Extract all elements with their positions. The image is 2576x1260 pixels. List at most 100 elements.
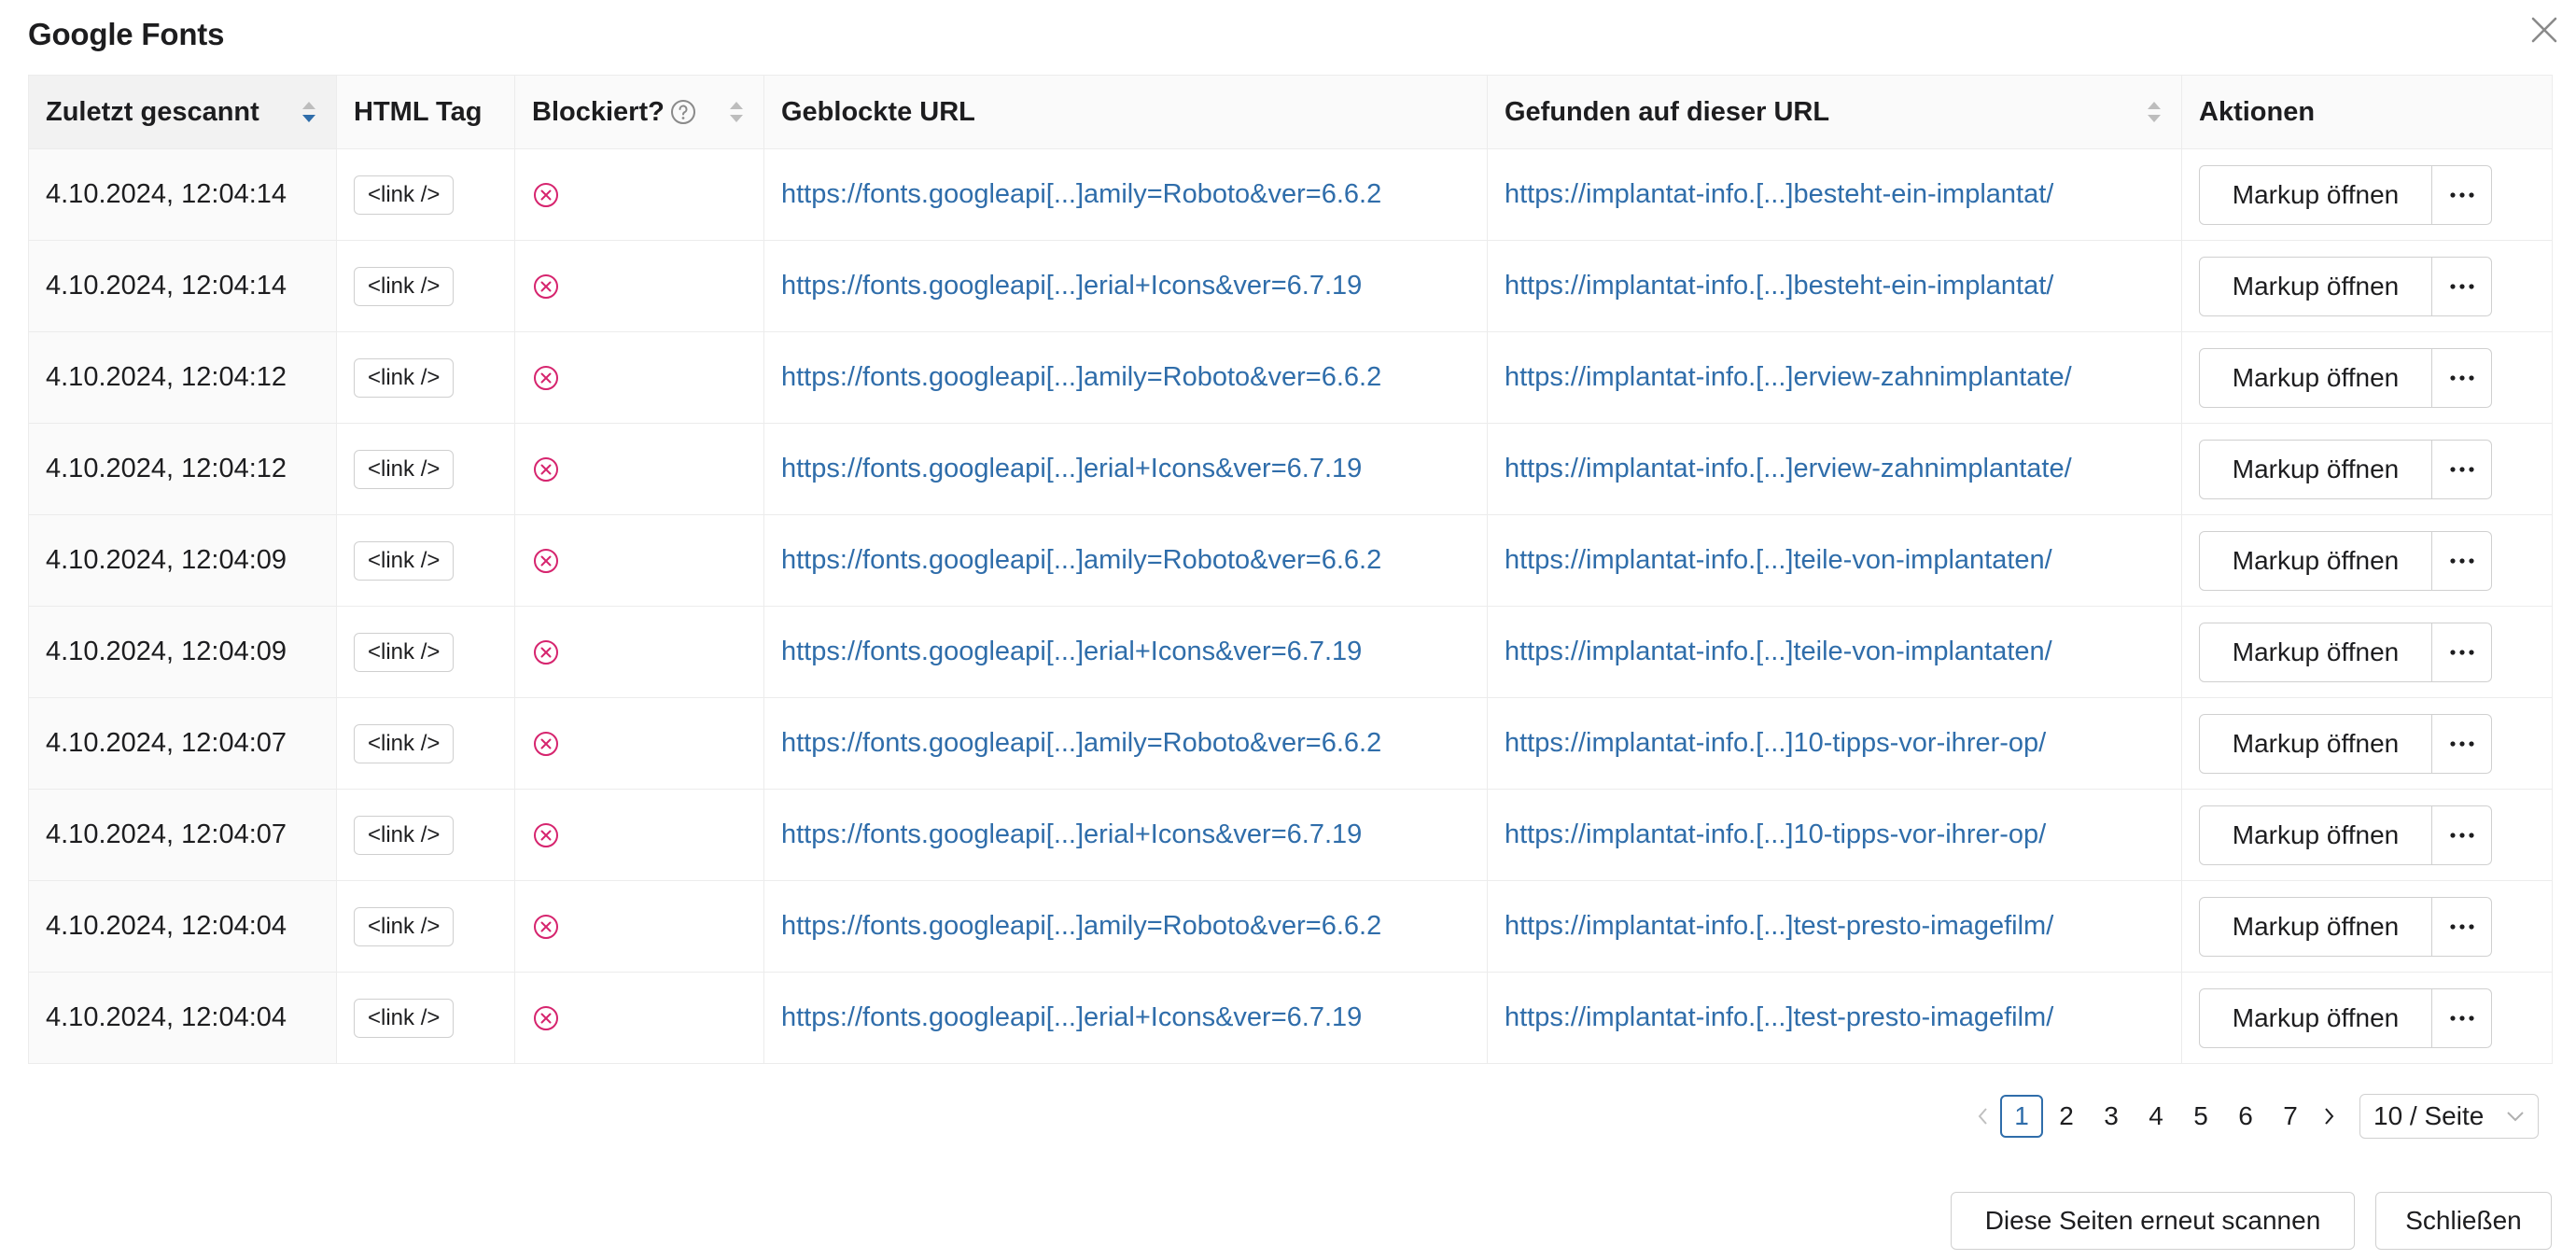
sort-icon[interactable] xyxy=(728,97,745,127)
more-actions-button[interactable] xyxy=(2432,164,2492,225)
blocked-url-link[interactable]: https://fonts.googleapi[...]amily=Roboto… xyxy=(781,911,1381,941)
blocked-url-link[interactable]: https://fonts.googleapi[...]amily=Roboto… xyxy=(781,545,1381,575)
more-actions-button[interactable] xyxy=(2432,805,2492,865)
more-actions-button[interactable] xyxy=(2432,439,2492,499)
found-url-link[interactable]: https://implantat-info.[...]besteht-ein-… xyxy=(1505,179,2053,209)
open-markup-button[interactable]: Markup öffnen xyxy=(2199,256,2432,316)
open-markup-button[interactable]: Markup öffnen xyxy=(2199,530,2432,591)
cell-found-url: https://implantat-info.[...]test-presto-… xyxy=(1487,972,2182,1064)
more-actions-button[interactable] xyxy=(2432,256,2492,316)
page-item-2[interactable]: 2 xyxy=(2045,1095,2088,1138)
blocked-x-icon xyxy=(532,638,560,666)
cell-blocked-url: https://fonts.googleapi[...]amily=Roboto… xyxy=(763,697,1488,790)
close-button[interactable]: Schließen xyxy=(2375,1192,2552,1250)
found-url-link[interactable]: https://implantat-info.[...]test-presto-… xyxy=(1505,911,2053,941)
page-item-5[interactable]: 5 xyxy=(2179,1095,2222,1138)
found-url-link[interactable]: https://implantat-info.[...]erview-zahni… xyxy=(1505,362,2072,392)
table-row: 4.10.2024, 12:04:09 <link /> https://fonts… xyxy=(28,514,2553,607)
chevron-left-icon[interactable] xyxy=(1967,1095,1999,1138)
row-actions: Markup öffnen xyxy=(2199,439,2552,499)
html-tag-chip: <link /> xyxy=(354,357,455,398)
chevron-down-icon xyxy=(2506,1111,2525,1122)
page-item-3[interactable]: 3 xyxy=(2090,1095,2133,1138)
column-header-label: Zuletzt gescannt xyxy=(46,96,259,127)
row-actions: Markup öffnen xyxy=(2199,987,2552,1048)
open-markup-button[interactable]: Markup öffnen xyxy=(2199,987,2432,1048)
chevron-right-icon[interactable] xyxy=(2313,1095,2345,1138)
cell-scanned: 4.10.2024, 12:04:12 xyxy=(28,331,337,424)
blocked-url-link[interactable]: https://fonts.googleapi[...]erial+Icons&… xyxy=(781,637,1362,666)
blocked-x-icon xyxy=(532,821,560,849)
scanned-time: 4.10.2024, 12:04:12 xyxy=(46,362,287,392)
found-url-link[interactable]: https://implantat-info.[...]teile-von-im… xyxy=(1505,637,2052,666)
cell-found-url: https://implantat-info.[...]teile-von-im… xyxy=(1487,514,2182,607)
blocked-url-link[interactable]: https://fonts.googleapi[...]erial+Icons&… xyxy=(781,271,1362,301)
blocked-url-link[interactable]: https://fonts.googleapi[...]amily=Roboto… xyxy=(781,179,1381,209)
sort-icon[interactable] xyxy=(301,97,317,127)
found-url-link[interactable]: https://implantat-info.[...]erview-zahni… xyxy=(1505,454,2072,483)
table-row: 4.10.2024, 12:04:09 <link /> https://fonts… xyxy=(28,606,2553,698)
column-header-gefunden-auf-url[interactable]: Gefunden auf dieser URL xyxy=(1487,75,2182,149)
cell-scanned: 4.10.2024, 12:04:07 xyxy=(28,789,337,881)
page-item-4[interactable]: 4 xyxy=(2135,1095,2177,1138)
ellipsis-icon xyxy=(2448,831,2476,840)
blocked-url-link[interactable]: https://fonts.googleapi[...]erial+Icons&… xyxy=(781,819,1362,849)
open-markup-button[interactable]: Markup öffnen xyxy=(2199,805,2432,865)
cell-actions: Markup öffnen xyxy=(2181,240,2553,332)
open-markup-button[interactable]: Markup öffnen xyxy=(2199,164,2432,225)
cell-html-tag: <link /> xyxy=(336,606,515,698)
column-header-zuletzt-gescannt[interactable]: Zuletzt gescannt xyxy=(28,75,337,149)
blocked-x-icon xyxy=(532,181,560,209)
open-markup-button[interactable]: Markup öffnen xyxy=(2199,622,2432,682)
table-row: 4.10.2024, 12:04:14 <link /> https://fonts… xyxy=(28,240,2553,332)
close-icon[interactable] xyxy=(2526,11,2563,49)
found-url-link[interactable]: https://implantat-info.[...]10-tipps-vor… xyxy=(1505,819,2046,849)
column-header-label: HTML Tag xyxy=(354,96,483,127)
blocked-url-link[interactable]: https://fonts.googleapi[...]erial+Icons&… xyxy=(781,1002,1362,1032)
more-actions-button[interactable] xyxy=(2432,987,2492,1048)
page-item-1[interactable]: 1 xyxy=(2000,1095,2043,1138)
more-actions-button[interactable] xyxy=(2432,530,2492,591)
found-url-link[interactable]: https://implantat-info.[...]teile-von-im… xyxy=(1505,545,2052,575)
cell-actions: Markup öffnen xyxy=(2181,148,2553,241)
blocked-x-icon xyxy=(532,913,560,941)
column-header-blockiert[interactable]: Blockiert? xyxy=(514,75,764,149)
more-actions-button[interactable] xyxy=(2432,713,2492,774)
open-markup-button[interactable]: Markup öffnen xyxy=(2199,896,2432,957)
cell-actions: Markup öffnen xyxy=(2181,514,2553,607)
cell-actions: Markup öffnen xyxy=(2181,789,2553,881)
blocked-x-icon xyxy=(532,364,560,392)
more-actions-button[interactable] xyxy=(2432,347,2492,408)
table-header-row: Zuletzt gescannt HTML Tag Blockiert? Geb… xyxy=(28,75,2553,149)
cell-blocked xyxy=(514,972,764,1064)
page-item-7[interactable]: 7 xyxy=(2269,1095,2312,1138)
table-row: 4.10.2024, 12:04:04 <link /> https://fonts… xyxy=(28,972,2553,1064)
results-table: Zuletzt gescannt HTML Tag Blockiert? Geb… xyxy=(28,75,2553,1064)
row-actions: Markup öffnen xyxy=(2199,622,2552,682)
column-header-label: Gefunden auf dieser URL xyxy=(1505,96,1830,127)
open-markup-button[interactable]: Markup öffnen xyxy=(2199,713,2432,774)
blocked-url-link[interactable]: https://fonts.googleapi[...]amily=Roboto… xyxy=(781,728,1381,758)
cell-scanned: 4.10.2024, 12:04:14 xyxy=(28,240,337,332)
page-size-select[interactable]: 10 / Seite xyxy=(2359,1094,2539,1139)
page-item-6[interactable]: 6 xyxy=(2224,1095,2267,1138)
column-header-label: Geblockte URL xyxy=(781,96,975,127)
scanned-time: 4.10.2024, 12:04:09 xyxy=(46,637,287,666)
more-actions-button[interactable] xyxy=(2432,622,2492,682)
sort-icon[interactable] xyxy=(2146,97,2163,127)
found-url-link[interactable]: https://implantat-info.[...]10-tipps-vor… xyxy=(1505,728,2046,758)
question-circle-icon[interactable] xyxy=(670,99,696,125)
open-markup-button[interactable]: Markup öffnen xyxy=(2199,347,2432,408)
blocked-url-link[interactable]: https://fonts.googleapi[...]erial+Icons&… xyxy=(781,454,1362,483)
more-actions-button[interactable] xyxy=(2432,896,2492,957)
rescan-pages-button[interactable]: Diese Seiten erneut scannen xyxy=(1951,1192,2355,1250)
cell-blocked xyxy=(514,789,764,881)
cell-actions: Markup öffnen xyxy=(2181,972,2553,1064)
found-url-link[interactable]: https://implantat-info.[...]besteht-ein-… xyxy=(1505,271,2053,301)
found-url-link[interactable]: https://implantat-info.[...]test-presto-… xyxy=(1505,1002,2053,1032)
open-markup-button[interactable]: Markup öffnen xyxy=(2199,439,2432,499)
modal-title: Google Fonts xyxy=(28,17,225,51)
cell-found-url: https://implantat-info.[...]erview-zahni… xyxy=(1487,331,2182,424)
blocked-url-link[interactable]: https://fonts.googleapi[...]amily=Roboto… xyxy=(781,362,1381,392)
scanned-time: 4.10.2024, 12:04:12 xyxy=(46,454,287,483)
